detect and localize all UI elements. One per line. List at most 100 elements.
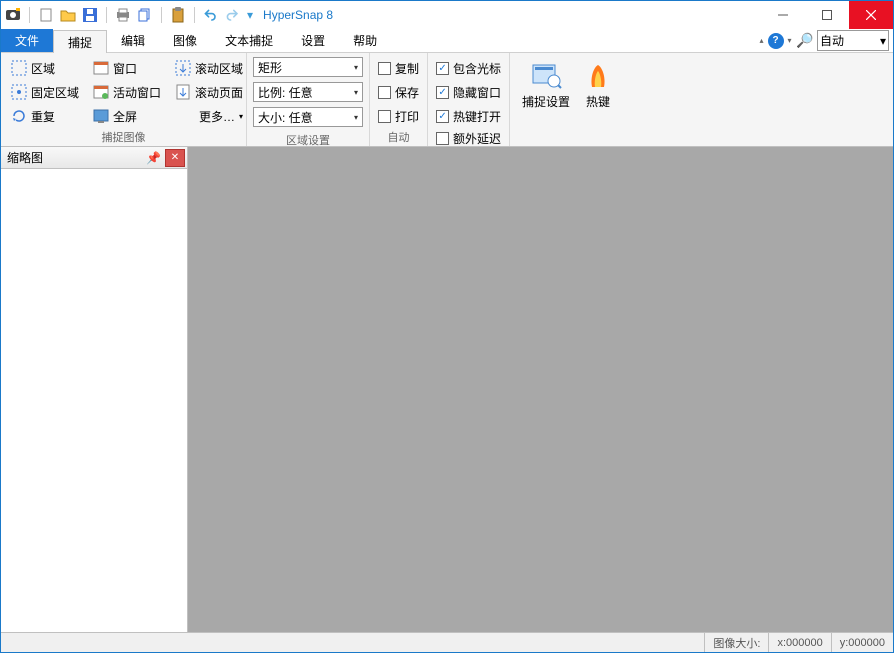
menu-file[interactable]: 文件: [1, 29, 53, 52]
fullscreen-icon: [93, 108, 109, 124]
thumbnail-panel: 缩略图 📌 ✕: [1, 147, 188, 632]
canvas-area[interactable]: [188, 147, 893, 632]
divider: [29, 7, 30, 23]
undo-icon[interactable]: [203, 7, 219, 23]
zoom-value: 自动: [820, 32, 844, 49]
menu-edit[interactable]: 编辑: [107, 29, 159, 52]
hide-window-checkbox[interactable]: ✓ 隐藏窗口: [434, 81, 503, 103]
ribbon-group-settings: 捕捉设置 热键: [509, 53, 626, 146]
ratio-select[interactable]: 比例: 任意 ▾: [253, 82, 363, 102]
help-icon[interactable]: ?: [768, 33, 784, 49]
panel-close-button[interactable]: ✕: [165, 149, 185, 167]
auto-save-checkbox[interactable]: 保存: [376, 81, 421, 103]
capture-scroll-page-button[interactable]: 滚动页面: [171, 81, 247, 103]
panel-title: 缩略图: [7, 149, 43, 166]
new-icon[interactable]: [38, 7, 54, 23]
label: 打印: [395, 108, 419, 125]
capture-settings-icon: [530, 59, 562, 91]
group-label: 区域设置: [253, 130, 363, 148]
checkbox-icon: [378, 62, 391, 75]
qat-customize-icon[interactable]: ▾: [247, 8, 253, 22]
capture-fullscreen-button[interactable]: 全屏: [89, 105, 165, 127]
titlebar: ▾ HyperSnap 8: [1, 1, 893, 29]
close-button[interactable]: [849, 1, 893, 29]
chevron-down-icon: ▾: [354, 63, 358, 72]
status-size-label: 图像大小:: [704, 633, 768, 652]
capture-fixed-region-button[interactable]: 固定区域: [7, 81, 83, 103]
label: 活动窗口: [113, 84, 161, 101]
capture-region-button[interactable]: 区域: [7, 57, 83, 79]
label: 隐藏窗口: [453, 84, 501, 101]
scroll-region-icon: [175, 60, 191, 76]
capture-window-button[interactable]: 窗口: [89, 57, 165, 79]
minimize-button[interactable]: [761, 1, 805, 29]
label: 复制: [395, 60, 419, 77]
checkbox-icon: ✓: [436, 110, 449, 123]
maximize-button[interactable]: [805, 1, 849, 29]
value: 大小: 任意: [258, 109, 313, 126]
capture-active-window-button[interactable]: 活动窗口: [89, 81, 165, 103]
label: 滚动页面: [195, 84, 243, 101]
save-icon[interactable]: [82, 7, 98, 23]
capture-more-button[interactable]: 更多… ▾: [171, 105, 247, 127]
label: 滚动区域: [195, 60, 243, 77]
fixed-region-icon: [11, 84, 27, 100]
scroll-page-icon: [175, 84, 191, 100]
paste-icon[interactable]: [170, 7, 186, 23]
ribbon-group-options: ✓包含光标 ✓隐藏窗口 ✓热键打开 额外延迟: [428, 53, 509, 146]
help-dropdown-icon[interactable]: ▾: [788, 36, 792, 45]
chevron-down-icon: ▾: [880, 34, 886, 48]
chevron-down-icon: ▾: [239, 112, 243, 121]
group-label: 自动: [376, 127, 421, 145]
region-icon: [11, 60, 27, 76]
search-icon[interactable]: 🔍: [796, 32, 813, 49]
print-icon[interactable]: [115, 7, 131, 23]
ribbon-group-auto: 复制 保存 打印 自动: [370, 53, 428, 146]
capture-settings-button[interactable]: 捕捉设置: [516, 57, 576, 144]
app-icon: [5, 7, 21, 23]
hotkeys-button[interactable]: 热键: [576, 57, 620, 144]
label: 固定区域: [31, 84, 79, 101]
ribbon-group-region-settings: 矩形 ▾ 比例: 任意 ▾ 大小: 任意▾ 区域设置: [247, 53, 370, 146]
hotkey-open-checkbox[interactable]: ✓热键打开: [434, 105, 503, 127]
group-label: 捕捉图像: [7, 127, 240, 145]
extra-delay-checkbox[interactable]: 额外延迟: [434, 127, 503, 149]
size-select[interactable]: 大小: 任意▾: [253, 107, 363, 127]
window-controls: [761, 1, 893, 29]
chevron-down-icon: ▾: [354, 88, 358, 97]
pin-icon[interactable]: 📌: [142, 151, 165, 165]
label: 包含光标: [453, 60, 501, 77]
menu-image[interactable]: 图像: [159, 29, 211, 52]
menu-capture[interactable]: 捕捉: [53, 30, 107, 53]
workspace: 缩略图 📌 ✕: [1, 147, 893, 632]
status-x: x:000000: [768, 633, 830, 652]
value: 比例: 任意: [258, 84, 313, 101]
checkbox-icon: [378, 110, 391, 123]
menu-help[interactable]: 帮助: [339, 29, 391, 52]
panel-header: 缩略图 📌 ✕: [1, 147, 187, 169]
auto-print-checkbox[interactable]: 打印: [376, 105, 421, 127]
panel-body: [1, 169, 187, 632]
checkbox-icon: ✓: [436, 86, 449, 99]
value: 矩形: [258, 59, 282, 76]
redo-icon[interactable]: [225, 7, 241, 23]
label: 额外延迟: [453, 130, 501, 147]
zoom-select[interactable]: 自动 ▾: [817, 30, 889, 51]
ribbon-expand-icon[interactable]: ▴: [760, 36, 764, 45]
auto-copy-checkbox[interactable]: 复制: [376, 57, 421, 79]
menu-settings[interactable]: 设置: [287, 29, 339, 52]
capture-repeat-button[interactable]: 重复: [7, 105, 83, 127]
window-icon: [93, 60, 109, 76]
capture-scroll-region-button[interactable]: 滚动区域: [171, 57, 247, 79]
open-icon[interactable]: [60, 7, 76, 23]
checkbox-icon: [436, 132, 449, 145]
copy-icon[interactable]: [137, 7, 153, 23]
include-cursor-checkbox[interactable]: ✓包含光标: [434, 57, 503, 79]
label: 保存: [395, 84, 419, 101]
app-title: HyperSnap 8: [263, 8, 333, 22]
active-window-icon: [93, 84, 109, 100]
menu-textcap[interactable]: 文本捕捉: [211, 29, 287, 52]
label: 热键: [586, 93, 610, 110]
label: 更多…: [199, 108, 235, 125]
shape-select[interactable]: 矩形 ▾: [253, 57, 363, 77]
